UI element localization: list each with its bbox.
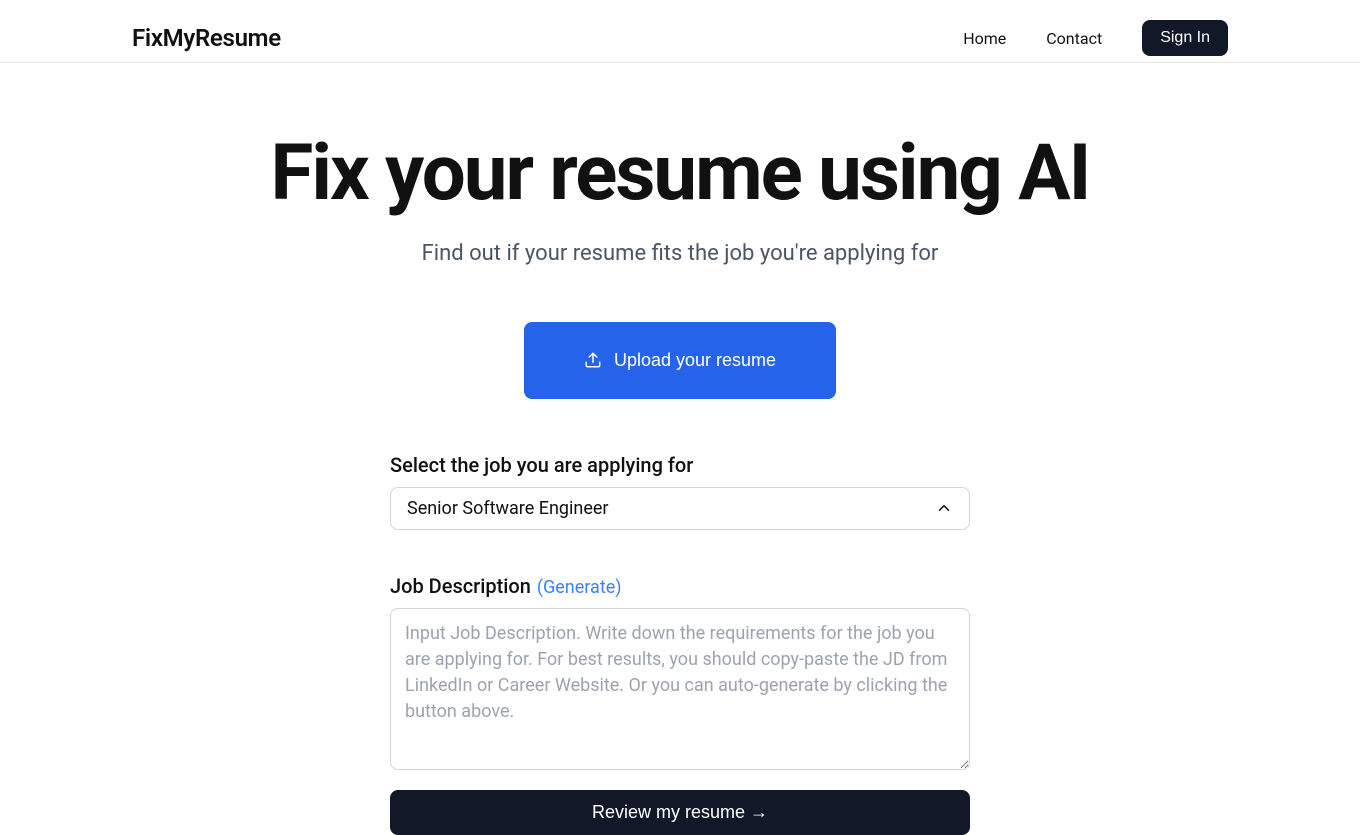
signin-button[interactable]: Sign In: [1142, 20, 1228, 56]
nav-home[interactable]: Home: [963, 29, 1006, 48]
job-select-value: Senior Software Engineer: [407, 498, 609, 519]
select-job-label: Select the job you are applying for: [390, 453, 970, 477]
hero-subtitle: Find out if your resume fits the job you…: [422, 241, 939, 266]
upload-icon: [584, 351, 602, 369]
page-header: FixMyResume Home Contact Sign In: [0, 0, 1360, 63]
review-resume-button[interactable]: Review my resume →: [390, 790, 970, 835]
hero-title: Fix your resume using AI: [271, 133, 1090, 215]
logo[interactable]: FixMyResume: [132, 24, 281, 52]
header-nav: Home Contact Sign In: [963, 20, 1228, 56]
chevron-up-icon: [935, 499, 953, 517]
upload-resume-button[interactable]: Upload your resume: [524, 322, 836, 399]
nav-contact[interactable]: Contact: [1046, 29, 1102, 48]
job-select[interactable]: Senior Software Engineer: [390, 487, 970, 530]
job-description-label: Job Description: [390, 574, 531, 598]
generate-link[interactable]: (Generate): [537, 577, 622, 598]
jd-label-row: Job Description (Generate): [390, 574, 970, 598]
upload-button-label: Upload your resume: [614, 350, 776, 371]
form-area: Select the job you are applying for Seni…: [390, 453, 970, 835]
main-content: Fix your resume using AI Find out if you…: [0, 63, 1360, 835]
job-description-textarea[interactable]: [390, 608, 970, 770]
